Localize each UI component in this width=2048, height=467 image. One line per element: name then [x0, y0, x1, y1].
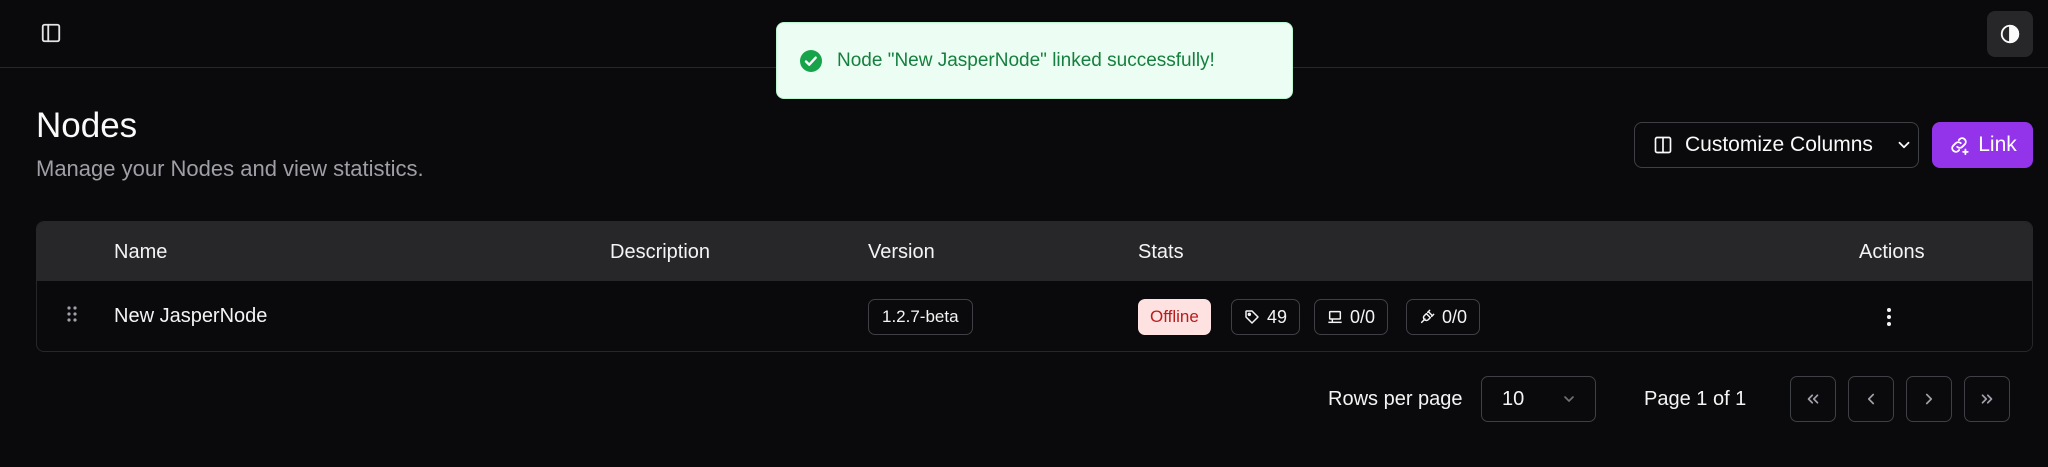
plug-icon	[1420, 309, 1435, 324]
chevron-down-icon	[1898, 141, 1910, 149]
previous-page-button[interactable]	[1848, 376, 1894, 422]
first-page-button[interactable]	[1790, 376, 1836, 422]
chevron-right-icon	[1925, 393, 1933, 405]
customize-columns-label: Customize Columns	[1685, 133, 1873, 156]
chevron-left-icon	[1867, 393, 1875, 405]
version-badge: 1.2.7-beta	[868, 299, 973, 335]
column-header-actions: Actions	[1859, 241, 1925, 263]
status-badge: Offline	[1138, 299, 1211, 335]
page-info: Page 1 of 1	[1644, 388, 1747, 410]
chevrons-right-icon	[1981, 394, 1993, 404]
column-header-description[interactable]: Description	[610, 241, 710, 264]
theme-toggle-icon	[2000, 24, 2020, 44]
sidebar-toggle-icon	[41, 23, 61, 43]
link-icon	[1951, 137, 1969, 156]
toast-message: Node "New JasperNode" linked successfull…	[837, 49, 1215, 71]
page-subtitle: Manage your Nodes and view statistics.	[36, 156, 424, 181]
node-name[interactable]: New JasperNode	[114, 305, 267, 328]
column-header-version[interactable]: Version	[868, 241, 935, 264]
columns-icon	[1654, 136, 1672, 154]
sidebar-toggle-button[interactable]	[36, 18, 66, 48]
last-page-button[interactable]	[1964, 376, 2010, 422]
chevrons-left-icon	[1807, 394, 1819, 404]
rows-per-page-label: Rows per page	[1328, 388, 1463, 410]
row-actions-button[interactable]	[1871, 299, 1907, 335]
servers-count: 0/0	[1350, 306, 1376, 327]
column-header-name[interactable]: Name	[114, 241, 167, 264]
table-row[interactable]: New JasperNode 1.2.7-beta Offline 49 0/0…	[37, 281, 2032, 351]
tag-icon	[1245, 310, 1259, 324]
column-header-stats[interactable]: Stats	[1138, 241, 1184, 264]
check-circle-icon	[800, 49, 822, 72]
next-page-button[interactable]	[1906, 376, 1952, 422]
chevron-down-icon	[1564, 396, 1574, 402]
servers-stat-badge: 0/0	[1314, 299, 1389, 335]
allocations-count: 0/0	[1442, 306, 1468, 327]
page-title: Nodes	[36, 106, 138, 145]
allocations-stat-badge: 0/0	[1406, 299, 1481, 335]
more-vertical-icon	[1887, 308, 1891, 326]
tags-count: 49	[1267, 306, 1288, 327]
table-header: Name Description Version Stats Actions	[37, 222, 2032, 281]
grip-icon	[67, 306, 77, 322]
link-node-button[interactable]: Link	[1932, 122, 2033, 168]
nodes-table: Name Description Version Stats Actions N…	[36, 221, 2033, 352]
tags-stat-badge: 49	[1231, 299, 1301, 335]
success-toast: Node "New JasperNode" linked successfull…	[776, 22, 1293, 99]
drag-handle[interactable]	[67, 305, 77, 328]
link-button-label: Link	[1978, 133, 2017, 156]
server-icon	[1328, 310, 1342, 324]
theme-toggle-button[interactable]	[1987, 11, 2033, 57]
customize-columns-button[interactable]: Customize Columns	[1634, 122, 1919, 168]
rows-per-page-value: 10	[1502, 387, 1525, 410]
rows-per-page-select[interactable]: 10	[1481, 376, 1596, 422]
